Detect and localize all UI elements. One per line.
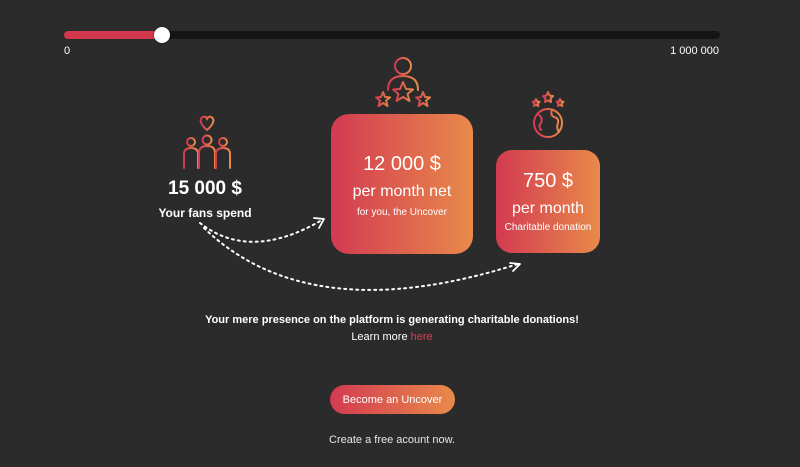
slider-max-label: 1 000 000 — [670, 45, 719, 57]
revenue-slider[interactable] — [64, 27, 720, 43]
creator-amount: 12 000 $ — [363, 153, 441, 175]
charity-donation-card: 750 $ per month Charitable donation — [496, 150, 600, 253]
fans-spend-amount: 15 000 $ — [168, 178, 242, 199]
creator-period: per month net — [352, 183, 452, 200]
globe-donation-icon — [531, 91, 565, 138]
fans-spend-label: Your fans spend — [158, 206, 252, 220]
create-account-text: Create a free acount now. — [329, 434, 455, 446]
slider-thumb[interactable] — [154, 27, 171, 43]
slider-min-label: 0 — [64, 45, 71, 57]
charity-amount: 750 $ — [522, 170, 574, 192]
become-uncover-button[interactable]: Become an Uncover — [330, 385, 455, 414]
learn-more-text: Learn more here — [300, 331, 484, 343]
slider-fill — [64, 31, 163, 39]
creator-earnings-card: 12 000 $ per month net for you, the Unco… — [331, 114, 473, 254]
creator-subtitle: for you, the Uncover — [356, 207, 448, 218]
donation-message: Your mere presence on the platform is ge… — [205, 314, 579, 326]
creator-stars-icon — [375, 57, 431, 107]
arrowhead-charity — [509, 262, 521, 272]
learn-more-prefix: Learn more — [351, 331, 408, 343]
arrow-to-creator — [199, 219, 323, 243]
arrowhead-creator — [313, 217, 325, 229]
charity-period: per month — [511, 200, 585, 217]
charity-subtitle: Charitable donation — [504, 222, 592, 233]
revenue-calculator: 0 1 000 000 15 000 $ Your fans spend 12 … — [0, 0, 800, 467]
learn-more-link[interactable]: here — [411, 331, 433, 343]
fans-heart-icon — [183, 115, 231, 169]
